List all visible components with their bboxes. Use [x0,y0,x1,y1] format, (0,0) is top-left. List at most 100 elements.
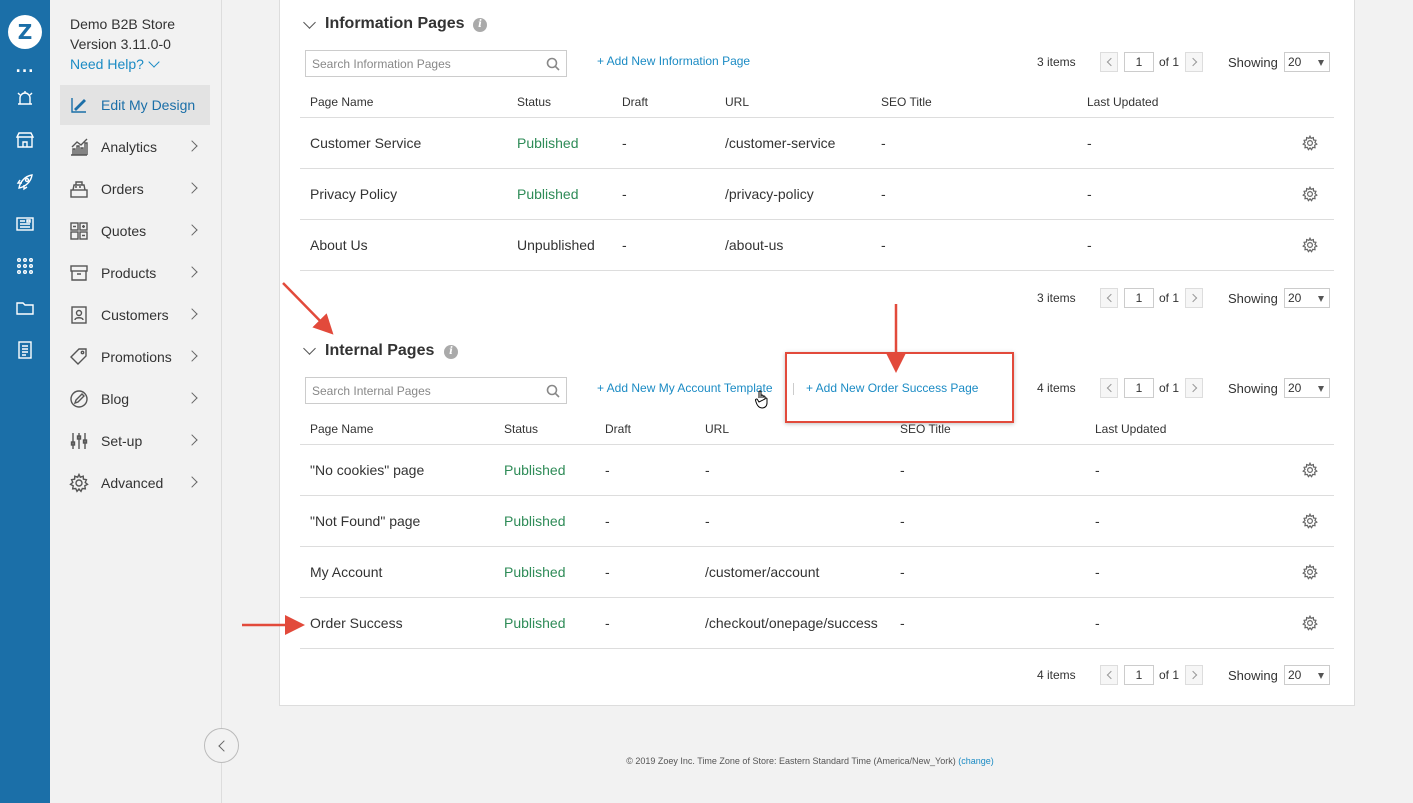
add-new-my-account-template-link[interactable]: + Add New My Account Template [597,381,773,395]
table-row[interactable]: Privacy Policy Published - /privacy-poli… [300,169,1334,220]
dropdown-triangle-icon [1318,60,1324,66]
gear-icon[interactable] [1302,461,1318,478]
table-row[interactable]: "Not Found" page Published - - - - [300,496,1334,547]
prev-page-button[interactable] [1100,288,1118,308]
status: Published [517,135,579,151]
sidebar-item-customers[interactable]: Customers [60,295,210,335]
need-help-label: Need Help? [70,56,144,72]
sidebar-item-edit-my-design[interactable]: Edit My Design [60,85,210,125]
table-row[interactable]: Customer Service Published - /customer-s… [300,118,1334,169]
column-header[interactable]: Last Updated [1095,422,1166,436]
dropdown-triangle-icon [1318,673,1324,679]
sidebar-item-analytics[interactable]: Analytics [60,127,210,167]
next-page-button[interactable] [1185,288,1203,308]
sidebar-item-set-up[interactable]: Set-up [60,421,210,461]
sliders-icon [69,431,89,451]
page-number-input[interactable]: 1 [1124,52,1154,72]
search-internal-pages-input[interactable] [306,378,536,403]
table-row[interactable]: Order Success Published - /checkout/onep… [300,598,1334,649]
prev-page-button[interactable] [1100,378,1118,398]
sidebar-item-quotes[interactable]: Quotes [60,211,210,251]
page-name: Privacy Policy [310,186,398,202]
change-timezone-link[interactable]: (change) [958,756,994,766]
seo-title: - [900,513,905,529]
status: Published [504,615,566,631]
info-icon[interactable]: i [473,18,487,32]
information-pages-pager-bottom: 3 items 1 of 1 Showing 20 [1037,288,1337,308]
need-help-link[interactable]: Need Help? [70,56,160,72]
page-name: "No cookies" page [310,462,425,478]
rocket-icon[interactable] [15,172,35,192]
information-pages-pager-top: 3 items 1 of 1 Showing 20 [1037,52,1337,72]
sidebar-item-blog[interactable]: Blog [60,379,210,419]
column-header[interactable]: SEO Title [881,95,932,109]
folder-icon[interactable] [15,298,35,318]
next-page-button[interactable] [1185,52,1203,72]
next-page-button[interactable] [1185,665,1203,685]
status: Unpublished [517,237,595,253]
page-number-input[interactable]: 1 [1124,378,1154,398]
gear-icon[interactable] [1302,512,1318,529]
column-header[interactable]: SEO Title [900,422,951,436]
url: /customer/account [705,564,820,580]
collapse-information-pages-chevron-icon[interactable] [303,16,316,29]
zoey-logo[interactable]: Z [8,15,42,49]
gear-icon[interactable] [1302,563,1318,580]
column-header[interactable]: URL [725,95,749,109]
last-updated: - [1087,135,1092,151]
column-header[interactable]: Status [517,95,551,109]
column-header[interactable]: URL [705,422,729,436]
url: - [705,462,710,478]
search-icon[interactable] [546,57,560,71]
per-page-select[interactable]: 20 [1284,288,1330,308]
info-icon[interactable]: i [444,345,458,359]
calculator-icon [69,221,89,241]
per-page-select[interactable]: 20 [1284,52,1330,72]
box-icon [69,263,89,283]
per-page-select[interactable]: 20 [1284,378,1330,398]
next-page-button[interactable] [1185,378,1203,398]
chevron-right-icon [186,476,198,488]
gear-icon[interactable] [1302,185,1318,202]
prev-page-button[interactable] [1100,665,1118,685]
prev-page-button[interactable] [1100,52,1118,72]
sidebar-item-promotions[interactable]: Promotions [60,337,210,377]
last-updated: - [1087,186,1092,202]
showing-label: Showing [1228,381,1278,396]
page-number-input[interactable]: 1 [1124,288,1154,308]
column-header[interactable]: Page Name [310,422,373,436]
column-header[interactable]: Last Updated [1087,95,1158,109]
gear-icon[interactable] [1302,614,1318,631]
column-header[interactable]: Status [504,422,538,436]
sidebar-item-orders[interactable]: Orders [60,169,210,209]
page-total: of 1 [1159,291,1180,305]
internal-pages-table: Page Name Status Draft URL SEO Title Las… [300,417,1334,649]
table-row[interactable]: My Account Published - /customer/account… [300,547,1334,598]
table-header: Page Name Status Draft URL SEO Title Las… [300,90,1334,118]
information-pages-title: Information Pages [325,15,465,32]
page-number-input[interactable]: 1 [1124,665,1154,685]
search-icon[interactable] [546,384,560,398]
collapse-internal-pages-chevron-icon[interactable] [303,342,316,355]
more-icon[interactable]: ... [0,60,50,76]
table-row[interactable]: About Us Unpublished - /about-us - - [300,220,1334,271]
store-icon[interactable] [15,130,35,150]
column-header[interactable]: Page Name [310,95,373,109]
column-header[interactable]: Draft [605,422,631,436]
news-icon[interactable] [15,214,35,234]
per-page-select[interactable]: 20 [1284,665,1330,685]
sidebar-item-advanced[interactable]: Advanced [60,463,210,503]
apps-grid-icon[interactable] [15,256,35,276]
document-icon[interactable] [15,340,35,360]
column-header[interactable]: Draft [622,95,648,109]
sidebar-item-products[interactable]: Products [60,253,210,293]
item-count: 4 items [1037,668,1076,682]
table-row[interactable]: "No cookies" page Published - - - - [300,445,1334,496]
add-new-information-page-link[interactable]: + Add New Information Page [597,54,750,68]
search-information-pages-input[interactable] [306,51,536,76]
alarm-icon[interactable] [15,89,35,109]
gear-icon[interactable] [1302,134,1318,151]
chevron-right-icon [186,266,198,278]
gear-icon[interactable] [1302,236,1318,253]
chevron-right-icon [186,350,198,362]
